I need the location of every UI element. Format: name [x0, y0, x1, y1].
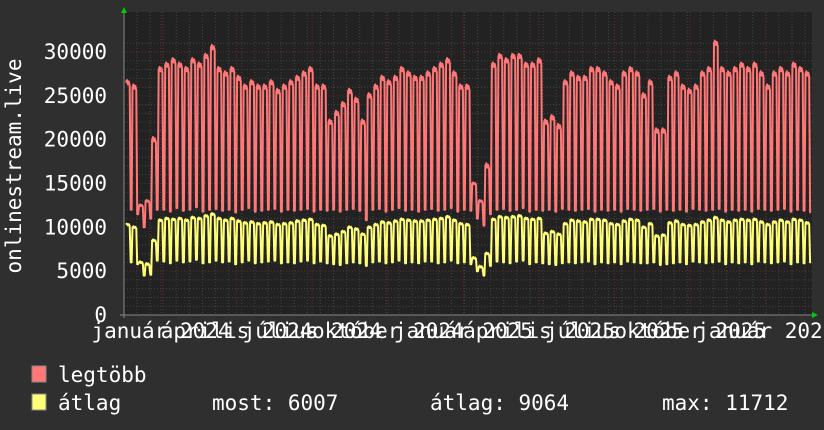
- chart: 050001000015000200002500030000 január 20…: [2, 7, 824, 415]
- legend-most-value: most: 6007: [212, 391, 338, 415]
- y-tick-label: 30000: [44, 40, 107, 64]
- y-tick-label: 20000: [44, 128, 107, 152]
- legend-label-avg: átlag: [58, 391, 121, 415]
- x-tick-label: január 2026: [696, 319, 824, 343]
- legend-label-max: legtöbb: [58, 363, 147, 387]
- x-axis-arrow-icon: [812, 312, 818, 318]
- legend-swatch-max: [31, 365, 47, 383]
- y-tick-label: 25000: [44, 84, 107, 108]
- y-axis-label: onlinestream.live: [2, 59, 26, 274]
- legend-average-value: átlag: 9064: [430, 391, 569, 415]
- legend: legtöbb átlag most: 6007 átlag: 9064 max…: [31, 363, 788, 415]
- legend-max-value: max: 11712: [662, 391, 788, 415]
- y-axis-ticks: 050001000015000200002500030000: [44, 40, 107, 327]
- plot-area: [124, 12, 812, 315]
- legend-swatch-avg: [31, 393, 47, 411]
- y-tick-label: 10000: [44, 215, 107, 239]
- y-tick-label: 5000: [56, 259, 107, 283]
- y-axis-arrow-icon: [121, 7, 127, 13]
- x-axis-ticks: január 2024április 2024július 2024októbe…: [91, 319, 824, 343]
- y-tick-label: 15000: [44, 172, 107, 196]
